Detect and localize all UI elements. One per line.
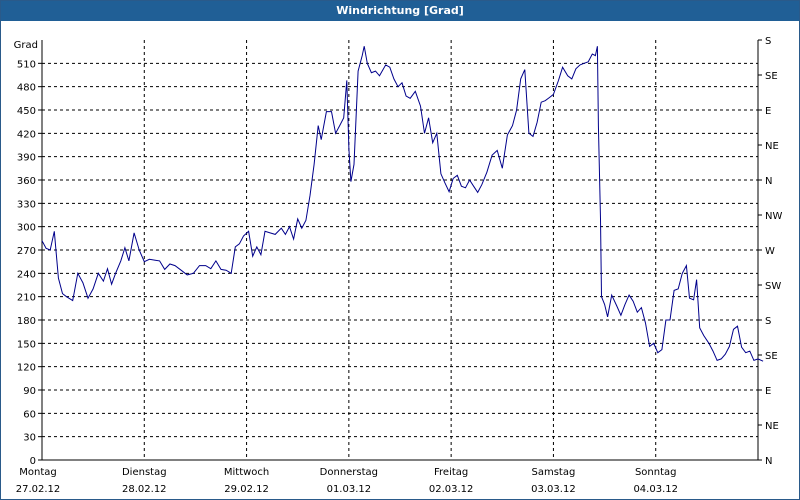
x-tick-date-label: 02.03.12 bbox=[429, 484, 474, 495]
right-tick-label: SW bbox=[765, 281, 781, 292]
right-tick-label: E bbox=[765, 106, 771, 117]
y-tick-label: 450 bbox=[17, 106, 36, 117]
x-tick-date-label: 01.03.12 bbox=[327, 484, 372, 495]
x-tick-date-label: 04.03.12 bbox=[633, 484, 678, 495]
x-tick-day-label: Samstag bbox=[532, 467, 576, 478]
x-tick-day-label: Dienstag bbox=[122, 467, 167, 478]
x-tick-day-label: Mittwoch bbox=[224, 467, 269, 478]
x-tick-date-label: 28.02.12 bbox=[122, 484, 167, 495]
right-tick-label: S bbox=[765, 316, 771, 327]
y-tick-label: 90 bbox=[23, 386, 36, 397]
y-tick-label: 390 bbox=[17, 153, 36, 164]
y-tick-label: 420 bbox=[17, 129, 36, 140]
y-tick-label: 360 bbox=[17, 176, 36, 187]
right-tick-label: NE bbox=[765, 421, 779, 432]
y-tick-label: 330 bbox=[17, 199, 36, 210]
y-tick-label: 120 bbox=[17, 363, 36, 374]
y-tick-label: 60 bbox=[23, 409, 36, 420]
x-tick-day-label: Freitag bbox=[434, 467, 468, 478]
y-tick-label: 210 bbox=[17, 293, 36, 304]
y-tick-label: 240 bbox=[17, 269, 36, 280]
y-tick-label: 510 bbox=[17, 59, 36, 70]
x-tick-date-label: 27.02.12 bbox=[16, 484, 61, 495]
right-tick-label: N bbox=[765, 176, 772, 187]
x-tick-date-label: 03.03.12 bbox=[531, 484, 576, 495]
y-tick-label: 270 bbox=[17, 246, 36, 257]
x-tick-day-label: Montag bbox=[19, 467, 56, 478]
wind-direction-chart: 0 30 60 90 120 150 180 210 240 270 300 330 360 390 420… bbox=[14, 36, 783, 495]
y-tick-label: 300 bbox=[17, 223, 36, 234]
y-tick-label: 180 bbox=[17, 316, 36, 327]
x-tick-day-label: Donnerstag bbox=[320, 467, 378, 478]
right-tick-label: SE bbox=[765, 351, 778, 362]
y-tick-label: 30 bbox=[23, 433, 36, 444]
y-tick-label: 0 bbox=[30, 456, 36, 467]
y-axis-label: Grad bbox=[14, 40, 38, 51]
right-tick-label: N bbox=[765, 456, 772, 467]
x-tick-date-label: 29.02.12 bbox=[224, 484, 269, 495]
right-tick-label: NE bbox=[765, 141, 779, 152]
right-tick-label: W bbox=[765, 246, 775, 257]
right-tick-label: S bbox=[765, 36, 771, 47]
x-tick-day-label: Sonntag bbox=[635, 467, 677, 478]
right-tick-label: NW bbox=[765, 211, 782, 222]
y-tick-label: 480 bbox=[17, 83, 36, 94]
y-tick-label: 150 bbox=[17, 339, 36, 350]
right-tick-label: SE bbox=[765, 71, 778, 82]
right-tick-label: E bbox=[765, 386, 771, 397]
